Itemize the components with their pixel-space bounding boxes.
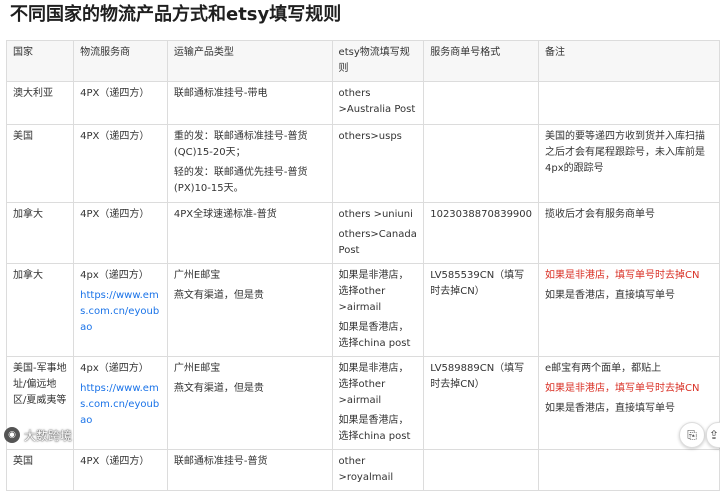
cell-provider: 4px（递四方） https://www.ems.com.cn/eyoubao: [73, 356, 168, 450]
product-text: 燕文有渠道，但是贵: [173, 290, 264, 301]
cell-product: 广州E邮宝 燕文有渠道，但是贵: [166, 356, 333, 450]
provider-text: 4PX（递四方）: [80, 131, 150, 142]
copy-icon[interactable]: ⎘: [679, 422, 705, 448]
cell-note: 揽收后才会有服务商单号: [538, 202, 720, 264]
eyoubao-link[interactable]: https://www.ems.com.cn/eyoubao: [80, 288, 161, 336]
logo-text: 大数跨境: [24, 428, 73, 443]
product-text: 联邮通标准挂号-普货: [173, 456, 268, 467]
cell-note: [538, 81, 720, 125]
cell-product: 广州E邮宝 燕文有渠道，但是贵: [166, 263, 333, 357]
product-text: 广州E邮宝: [173, 363, 221, 374]
provider-text: 4px（递四方）: [80, 363, 149, 374]
cell-country: 加拿大: [5, 263, 75, 357]
cell-country: 美国: [5, 124, 75, 203]
provider-text: 4PX（递四方）: [80, 209, 150, 220]
header-provider: 物流服务商: [73, 40, 168, 82]
table-row: 英国 4PX（递四方） 联邮通标准挂号-普货 other >royalmail: [5, 449, 720, 491]
table-row: 加拿大 4PX（递四方） 4PX全球速递标准-普货 others >uniuni…: [5, 202, 720, 264]
header-country: 国家: [5, 40, 75, 82]
cell-tracking: LV589889CN（填写时去掉CN）: [423, 356, 540, 450]
page-title: 不同国家的物流产品方式和etsy填写规则: [10, 4, 342, 25]
cell-provider: 4PX（递四方）: [73, 202, 168, 264]
etsy-rule-text: 如果是香港店，选择china post: [338, 322, 411, 349]
note-warning-text: 如果是非港店，填写单号时去掉CN: [545, 383, 700, 394]
note-warning-text: 如果是非港店，填写单号时去掉CN: [545, 270, 700, 281]
product-text: 联邮通标准挂号-带电: [173, 88, 268, 99]
provider-text: 4PX（递四方）: [80, 456, 150, 467]
cell-tracking: 1023038870839900: [423, 202, 540, 264]
cell-provider: 4PX（递四方）: [73, 81, 168, 125]
header-etsy-rule: etsy物流填写规则: [331, 40, 425, 82]
cell-product: 联邮通标准挂号-普货: [166, 449, 333, 491]
product-text: 燕文有渠道，但是贵: [173, 383, 264, 394]
etsy-rule-text: 如果是非港店，选择other >airmail: [338, 363, 409, 406]
cell-note: 如果是非港店，填写单号时去掉CN 如果是香港店，直接填写单号: [538, 263, 720, 357]
cell-country: 澳大利亚: [5, 81, 75, 125]
cell-product: 重的发：联邮通标准挂号-普货(QC)15-20天； 轻的发：联邮通优先挂号-普货…: [166, 124, 333, 203]
cell-provider: 4px（递四方） https://www.ems.com.cn/eyoubao: [73, 263, 168, 357]
product-text: 4PX全球速递标准-普货: [173, 209, 277, 220]
cell-note: 美国的要等递四方收到货并入库扫描之后才会有尾程跟踪号，未入库前是4px的跟踪号: [538, 124, 720, 203]
product-text: 重的发：联邮通标准挂号-普货(QC)15-20天；: [173, 131, 308, 158]
eyoubao-link[interactable]: https://www.ems.com.cn/eyoubao: [80, 381, 161, 429]
cell-provider: 4PX（递四方）: [73, 124, 168, 203]
note-text: 如果是香港店，直接填写单号: [545, 403, 676, 414]
cell-etsy-rule: others >uniuni others>CanadaPost: [331, 202, 425, 264]
table-row: 加拿大 4px（递四方） https://www.ems.com.cn/eyou…: [5, 263, 720, 357]
cell-tracking: [423, 449, 540, 491]
header-product: 运输产品类型: [166, 40, 333, 82]
etsy-rule-text: other >royalmail: [338, 456, 394, 483]
cell-tracking: [423, 124, 540, 203]
table-row: 澳大利亚 4PX（递四方） 联邮通标准挂号-带电 others >Austral…: [5, 81, 720, 125]
cell-etsy-rule: 如果是非港店，选择other >airmail 如果是香港店，选择china p…: [331, 263, 425, 357]
table-header-row: 国家 物流服务商 运输产品类型 etsy物流填写规则 服务商单号格式 备注: [5, 40, 720, 82]
cell-etsy-rule: 如果是非港店，选择other >airmail 如果是香港店，选择china p…: [331, 356, 425, 450]
cell-product: 4PX全球速递标准-普货: [166, 202, 333, 264]
etsy-rule-text: others >Australia Post: [338, 88, 416, 115]
cell-etsy-rule: others>usps: [331, 124, 425, 203]
logo-icon: ◉: [4, 427, 20, 443]
note-text: e邮宝有两个面单，都贴上: [545, 363, 662, 374]
provider-text: 4px（递四方）: [80, 270, 149, 281]
product-text: 轻的发：联邮通优先挂号-普货(PX)10-15天。: [173, 167, 308, 194]
cell-note: [538, 449, 720, 491]
etsy-rule-text: others>CanadaPost: [338, 229, 417, 256]
header-note: 备注: [538, 40, 720, 82]
cell-product: 联邮通标准挂号-带电: [166, 81, 333, 125]
cell-tracking: LV585539CN（填写时去掉CN）: [423, 263, 540, 357]
etsy-rule-text: 如果是香港店，选择china post: [338, 415, 411, 442]
cell-country: 英国: [5, 449, 75, 491]
note-text: 美国的要等递四方收到货并入库扫描之后才会有尾程跟踪号，未入库前是4px的跟踪号: [545, 131, 706, 174]
cell-etsy-rule: other >royalmail: [331, 449, 425, 491]
etsy-rule-text: others>usps: [338, 131, 402, 142]
cell-tracking: [423, 81, 540, 125]
etsy-rule-text: 如果是非港店，选择other >airmail: [338, 270, 409, 313]
cell-etsy-rule: others >Australia Post: [331, 81, 425, 125]
note-text: 如果是香港店，直接填写单号: [545, 290, 676, 301]
header-tracking-format: 服务商单号格式: [423, 40, 540, 82]
watermark-logo: ◉ 大数跨境: [4, 425, 72, 445]
table-row: 美国-军事地址/偏远地区/夏威夷等 4px（递四方） https://www.e…: [5, 356, 720, 450]
table-row: 美国 4PX（递四方） 重的发：联邮通标准挂号-普货(QC)15-20天； 轻的…: [5, 124, 720, 203]
etsy-rule-text: others >uniuni: [338, 209, 413, 220]
cell-country: 加拿大: [5, 202, 75, 264]
logistics-table: 国家 物流服务商 运输产品类型 etsy物流填写规则 服务商单号格式 备注 澳大…: [5, 40, 720, 491]
note-text: 揽收后才会有服务商单号: [545, 209, 656, 220]
product-text: 广州E邮宝: [173, 270, 221, 281]
cell-provider: 4PX（递四方）: [73, 449, 168, 491]
provider-text: 4PX（递四方）: [80, 88, 150, 99]
